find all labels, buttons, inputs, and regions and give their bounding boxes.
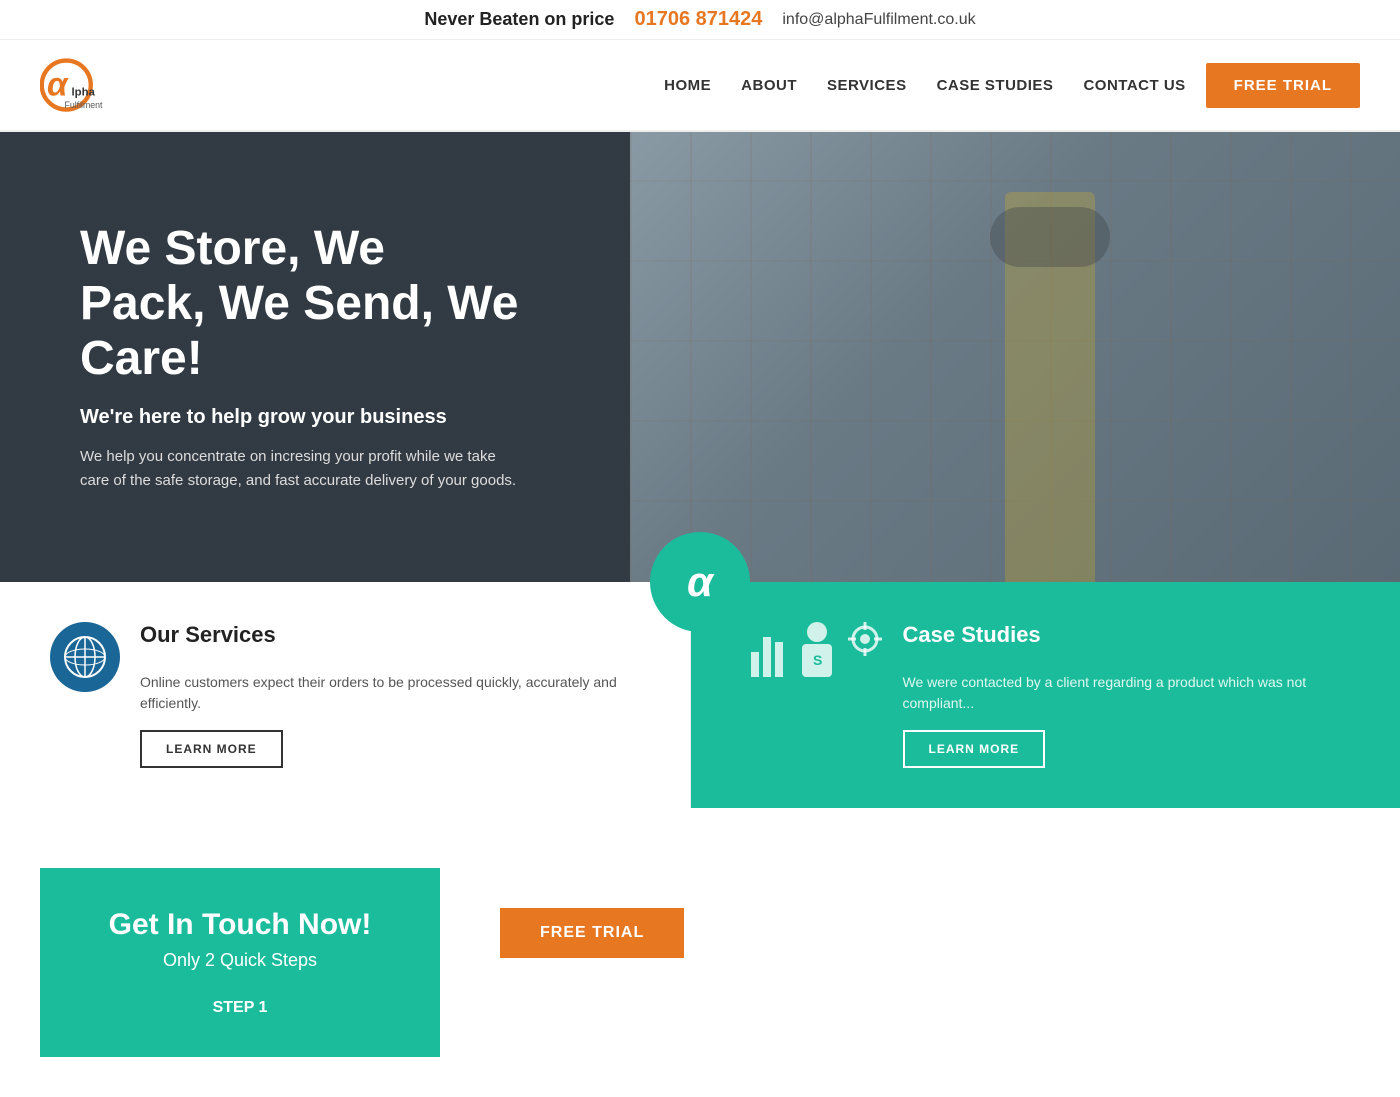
get-in-touch-box: Get In Touch Now! Only 2 Quick Steps STE…: [40, 868, 440, 1057]
case-studies-panel: S Case Studies We were contacted by a cl…: [691, 582, 1400, 808]
hero-heading: We Store, We Pack, We Send, We Care!: [80, 221, 520, 387]
case-studies-learn-more-button[interactable]: LEARN MORE: [903, 730, 1046, 768]
get-in-touch-section: Get In Touch Now! Only 2 Quick Steps STE…: [0, 808, 1400, 1097]
nav-about[interactable]: ABOUT: [741, 77, 797, 94]
tagline: Never Beaten on price: [424, 9, 614, 30]
hero-subheading: We're here to help grow your business: [80, 406, 520, 429]
services-case-row: α Our Services Online customers: [0, 582, 1400, 808]
hero-body: We help you concentrate on incresing you…: [80, 445, 520, 493]
case-studies-heading: Case Studies: [903, 622, 1341, 648]
services-panel: Our Services Online customers expect the…: [0, 582, 691, 808]
services-learn-more-button[interactable]: LEARN MORE: [140, 730, 283, 768]
person-icon: S: [792, 622, 842, 677]
case-studies-text: Case Studies We were contacted by a clie…: [903, 622, 1341, 768]
free-trial-nav-button[interactable]: FREE TRIAL: [1206, 63, 1360, 108]
logo[interactable]: α lpha Fulfilment: [40, 50, 110, 120]
case-studies-body: We were contacted by a client regarding …: [903, 672, 1341, 714]
svg-text:Fulfilment: Fulfilment: [65, 100, 103, 110]
free-trial-bottom-area: FREE TRIAL: [500, 868, 684, 958]
top-bar: Never Beaten on price 01706 871424 info@…: [0, 0, 1400, 40]
email-address[interactable]: info@alphaFulfilment.co.uk: [782, 11, 975, 29]
nav-contact[interactable]: CONTACT US: [1083, 77, 1185, 94]
hero-section: We Store, We Pack, We Send, We Care! We'…: [0, 132, 1400, 582]
nav-services[interactable]: SERVICES: [827, 77, 907, 94]
logo-icon: α lpha Fulfilment: [40, 50, 110, 120]
main-nav: α lpha Fulfilment HOME ABOUT SERVICES CA…: [0, 40, 1400, 132]
services-icon-area: Our Services Online customers expect the…: [50, 622, 640, 768]
nav-case-studies[interactable]: CASE STUDIES: [937, 77, 1054, 94]
step-label: STEP 1: [213, 999, 268, 1017]
get-in-touch-heading: Get In Touch Now!: [109, 908, 372, 942]
services-text: Our Services Online customers expect the…: [140, 622, 640, 768]
alpha-letter: α: [687, 558, 713, 606]
case-studies-icons: S: [751, 622, 883, 677]
settings-icon: [848, 622, 883, 677]
services-body: Online customers expect their orders to …: [140, 672, 640, 714]
bar-chart-icon: [751, 622, 786, 677]
free-trial-bottom-button[interactable]: FREE TRIAL: [500, 908, 684, 958]
case-studies-icon-area: S Case Studies We were contacted by a cl…: [751, 622, 1341, 768]
phone-number[interactable]: 01706 871424: [634, 8, 762, 31]
hero-content: We Store, We Pack, We Send, We Care! We'…: [0, 161, 600, 554]
nav-home[interactable]: HOME: [664, 77, 711, 94]
svg-text:lpha: lpha: [72, 87, 96, 99]
nav-links: HOME ABOUT SERVICES CASE STUDIES CONTACT…: [664, 77, 1186, 94]
svg-text:S: S: [813, 652, 822, 668]
get-in-touch-subheading: Only 2 Quick Steps: [163, 950, 317, 971]
globe-svg: [60, 632, 110, 682]
services-heading: Our Services: [140, 622, 640, 648]
svg-text:α: α: [47, 67, 69, 104]
alpha-center-logo: α: [650, 532, 750, 632]
hero-worker-figure: [900, 192, 1200, 572]
services-icon: [50, 622, 120, 692]
